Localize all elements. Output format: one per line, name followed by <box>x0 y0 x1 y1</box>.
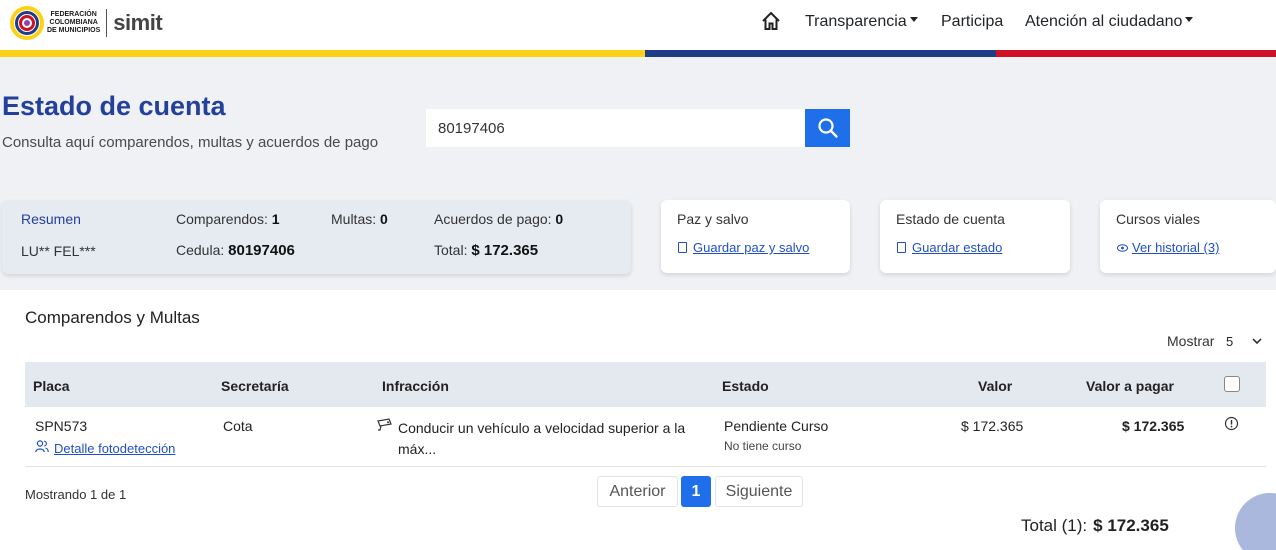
estado-sub-value: No tiene curso <box>724 439 802 453</box>
page-title: Estado de cuenta <box>2 91 226 121</box>
fcm-logo-text: FEDERACIÓN COLOMBIANA DE MUNICIPIOS <box>47 11 101 34</box>
simit-logo-text: simit <box>113 10 163 35</box>
table-header <box>25 362 1266 407</box>
previous-page-button[interactable]: Anterior <box>597 476 678 507</box>
section-title: Comparendos y Multas <box>25 308 200 327</box>
nav-atencion-ciudadano[interactable]: Atención al ciudadano <box>1025 13 1194 31</box>
document-icon <box>897 242 906 253</box>
fcm-simit-logo[interactable]: FEDERACIÓN COLOMBIANA DE MUNICIPIOS simi… <box>10 4 163 42</box>
flag-red <box>996 50 1276 57</box>
select-all-checkbox[interactable] <box>1224 376 1240 392</box>
nav-transparencia-label: Transparencia <box>805 13 907 30</box>
total-summary: Total: $ 172.365 <box>434 242 539 259</box>
search-icon <box>817 118 838 138</box>
search-input[interactable] <box>426 109 805 147</box>
header-valor: Valor <box>978 378 1013 394</box>
owner-name: LU** FEL*** <box>21 243 96 259</box>
nav-atencion-label: Atención al ciudadano <box>1025 13 1183 30</box>
chevron-down-icon <box>909 17 918 23</box>
header-placa: Placa <box>33 378 70 394</box>
showing-count: Mostrando 1 de 1 <box>25 487 127 502</box>
info-icon[interactable] <box>1224 416 1239 431</box>
total-footer: Total (1): $ 172.365 <box>1021 516 1169 535</box>
header-secretaria: Secretaría <box>221 378 289 394</box>
valor-a-pagar-value: $ 172.365 <box>1122 418 1185 434</box>
nav-participa[interactable]: Participa <box>941 13 1003 31</box>
ver-historial-link[interactable]: Ver historial (3) <box>1117 240 1219 255</box>
estado-cuenta-title: Estado de cuenta <box>896 211 1005 227</box>
multas-count: Multas: 0 <box>331 211 388 227</box>
cursos-viales-title: Cursos viales <box>1116 211 1201 227</box>
nav-participa-label: Participa <box>941 13 1004 30</box>
flag-color-bar <box>0 50 1276 57</box>
estado-value: Pendiente Curso <box>724 418 829 434</box>
top-navigation: FEDERACIÓN COLOMBIANA DE MUNICIPIOS simi… <box>0 0 1276 50</box>
placa-value: SPN573 <box>35 418 88 434</box>
guardar-paz-y-salvo-link[interactable]: Guardar paz y salvo <box>678 240 809 255</box>
speed-camera-icon <box>377 418 392 431</box>
logo-separator <box>106 9 108 37</box>
flag-blue <box>645 50 996 57</box>
comparendos-count: Comparendos: 1 <box>176 211 280 227</box>
fcm-logo-icon <box>10 6 44 40</box>
home-icon[interactable] <box>760 10 782 32</box>
paz-y-salvo-title: Paz y salvo <box>677 211 749 227</box>
cedula-value: Cedula: 80197406 <box>176 242 295 259</box>
page-1-button[interactable]: 1 <box>681 476 711 507</box>
page-size-select[interactable]: 5 <box>1218 330 1266 352</box>
search-button[interactable] <box>805 109 850 147</box>
flag-yellow <box>0 50 645 57</box>
acuerdos-count: Acuerdos de pago: 0 <box>434 211 564 227</box>
header-estado: Estado <box>722 378 769 394</box>
resumen-title: Resumen <box>21 211 81 227</box>
document-icon <box>678 242 687 253</box>
secretaria-value: Cota <box>223 418 253 434</box>
header-valor-a-pagar: Valor a pagar <box>1086 378 1174 394</box>
valor-value: $ 172.365 <box>961 418 1024 434</box>
guardar-estado-link[interactable]: Guardar estado <box>897 240 1002 255</box>
header-infraccion: Infracción <box>382 378 449 394</box>
page-subtitle: Consulta aquí comparendos, multas y acue… <box>2 134 379 151</box>
page-size-value: 5 <box>1226 333 1234 349</box>
eye-icon <box>1117 244 1128 252</box>
chevron-down-icon <box>1185 17 1194 23</box>
next-page-button[interactable]: Siguiente <box>715 476 803 507</box>
infraccion-value: Conducir un vehículo a velocidad superio… <box>398 420 686 457</box>
nav-transparencia[interactable]: Transparencia <box>805 13 918 31</box>
mostrar-label: Mostrar <box>1167 333 1215 349</box>
detalle-fotodeteccion-link[interactable]: Detalle fotodetección <box>35 440 175 456</box>
users-icon <box>35 440 49 453</box>
chevron-down-icon <box>1252 338 1262 344</box>
